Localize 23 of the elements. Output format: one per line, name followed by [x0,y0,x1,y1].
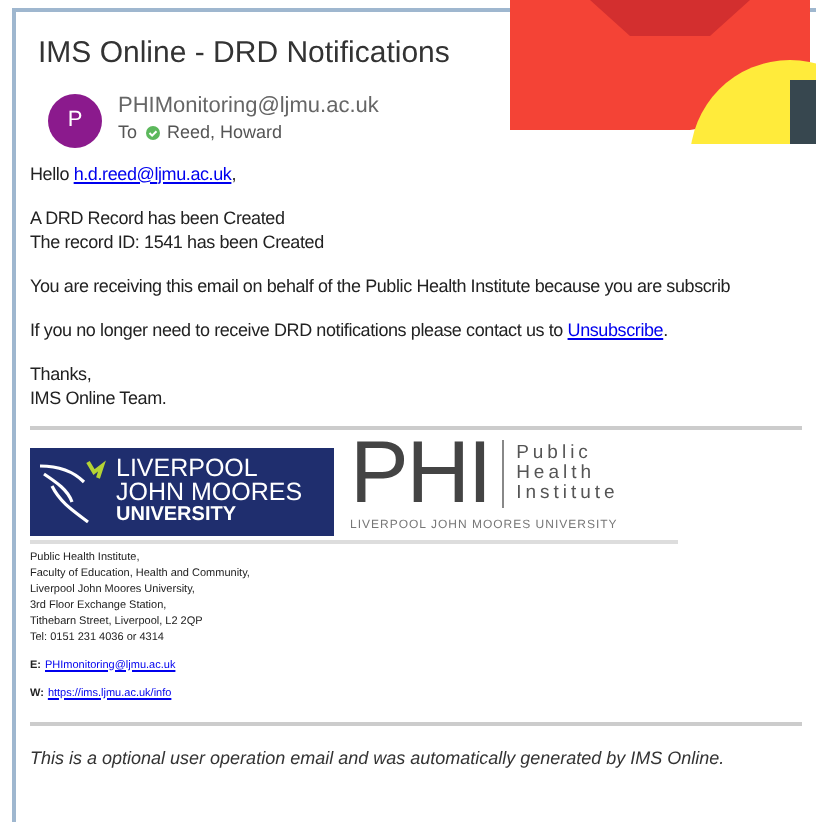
sender-avatar: P [48,93,102,147]
notice-text: You are receiving this email on behalf of the Public Health Institute because you are subscrib [30,273,733,297]
email-subject: IMS Online - DRD Notifications [38,34,452,74]
recipient-name: Reed, Howard [167,120,283,146]
greeting: Hello h.d.reed@ljmu.ac.uk, [30,161,239,185]
phi-logo-text: PHI [350,435,491,511]
email-link[interactable]: h.d.reed@ljmu.ac.uk [73,163,232,183]
signoff-line: IMS Online Team. [30,385,169,409]
unsubscribe-link[interactable]: Unsubscribe [567,319,664,339]
logo-text: JOHN MOORES [116,479,303,503]
phi-name-text: Institute [516,483,619,503]
phi-name-text: Health [516,463,598,483]
logo-text: UNIVERSITY [116,503,239,527]
footer-note: This is a optional user operation email and was automatically generated by IMS Online. [28,745,727,772]
message-line: A DRD Record has been Created [30,205,287,229]
message-line: The record ID: 1541 has been Created [30,229,326,253]
to-label: To [118,120,138,146]
signoff-line: Thanks, [30,361,94,385]
sender-address: PHIMonitoring@ljmu.ac.uk [118,94,379,120]
unsubscribe-text: If you no longer need to receive DRD notifications please contact us to Unsubscribe. [30,317,670,341]
logo-text: LIVERPOOL [116,455,260,479]
presence-icon [145,126,160,140]
phi-name-text: Public [516,443,594,463]
